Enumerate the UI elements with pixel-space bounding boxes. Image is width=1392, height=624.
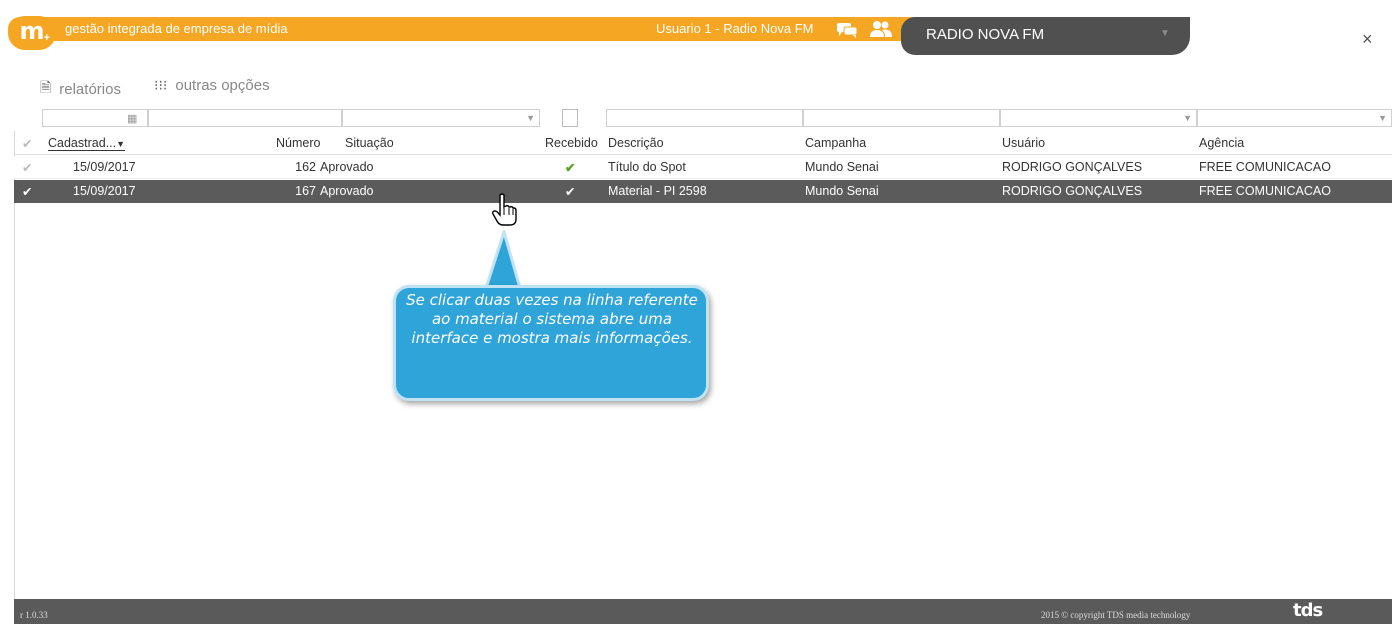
close-button[interactable]: ×: [1362, 30, 1373, 48]
column-header-descricao[interactable]: Descrição: [608, 136, 664, 150]
cell-cadastro: 15/09/2017: [73, 184, 136, 198]
column-header-usuario[interactable]: Usuário: [1002, 136, 1045, 150]
logo-letter: m: [19, 17, 45, 45]
cell-usuario: RODRIGO GONÇALVES: [1002, 160, 1143, 174]
callout-text: Se clicar duas vezes na linha referente …: [406, 291, 698, 347]
app-logo[interactable]: m +: [8, 16, 56, 50]
callout-pointer: [483, 230, 522, 290]
reports-label: relatórios: [59, 80, 121, 98]
calendar-icon[interactable]: ▦: [127, 112, 137, 125]
filter-usuario[interactable]: ▼: [1000, 109, 1197, 127]
received-check-icon: ✔: [565, 161, 576, 175]
tds-logo: tds: [1293, 600, 1323, 621]
cell-numero: 167: [295, 184, 316, 198]
sort-desc-icon: ▼: [116, 139, 126, 149]
chevron-down-icon[interactable]: ▼: [1160, 28, 1170, 39]
document-icon: 🗎: [40, 79, 52, 95]
chevron-down-icon[interactable]: ▼: [1183, 113, 1192, 123]
hand-pointer-icon: [492, 193, 517, 226]
cell-cadastro: 15/09/2017: [73, 160, 136, 174]
cell-descricao: Material - PI 2598: [608, 184, 707, 198]
row-select-check-icon[interactable]: ✔: [22, 184, 32, 199]
column-header-label: Cadastrad...: [48, 136, 117, 150]
filter-situacao[interactable]: ▼: [342, 109, 540, 127]
column-header-numero[interactable]: Número: [276, 136, 320, 150]
reports-button[interactable]: 🗎 relatórios: [40, 77, 121, 101]
column-header-recebido[interactable]: Recebido: [545, 136, 598, 150]
column-header-agencia[interactable]: Agência: [1199, 136, 1244, 150]
cell-campanha: Mundo Senai: [805, 184, 879, 198]
chevron-down-icon[interactable]: ▼: [1378, 113, 1387, 123]
cell-situacao: Aprovado: [320, 184, 374, 198]
more-options-label: outras opções: [175, 77, 270, 94]
more-options-button[interactable]: ⁝⁝⁝ outras opções: [154, 77, 270, 94]
copyright-label: 2015 © copyright TDS media technology: [1041, 610, 1191, 620]
filter-cadastro[interactable]: ▦: [42, 109, 148, 127]
filter-row: ▦ ▼ ▼ ▼: [42, 109, 1392, 127]
app-title: gestão integrada de empresa de mídia: [65, 21, 288, 36]
grid-dots-icon: ⁝⁝⁝: [154, 77, 168, 93]
cell-campanha: Mundo Senai: [805, 160, 879, 174]
filter-descricao[interactable]: [606, 109, 803, 127]
chat-icon[interactable]: [836, 22, 858, 38]
logo-plus: +: [43, 32, 50, 44]
station-name[interactable]: RADIO NOVA FM: [926, 26, 1044, 43]
column-header-campanha[interactable]: Campanha: [805, 136, 866, 150]
version-label: r 1.0.33: [20, 610, 48, 620]
users-icon[interactable]: [869, 20, 893, 38]
select-all-check-icon[interactable]: ✔: [22, 136, 32, 151]
cell-agencia: FREE COMUNICACAO: [1199, 160, 1331, 174]
cell-numero: 162: [295, 160, 316, 174]
current-user-label: Usuario 1 - Radio Nova FM: [656, 21, 814, 36]
filter-numero[interactable]: [148, 109, 342, 127]
table-row-selected[interactable]: ✔ 15/09/2017 167 Aprovado ✔ Material - P…: [14, 180, 1392, 203]
table-row[interactable]: ✔ 15/09/2017 162 Aprovado ✔ Título do Sp…: [14, 156, 1392, 179]
chevron-down-icon[interactable]: ▼: [526, 113, 535, 123]
filter-campanha[interactable]: [803, 109, 1000, 127]
column-header-situacao[interactable]: Situação: [345, 136, 394, 150]
cell-usuario: RODRIGO GONÇALVES: [1002, 184, 1143, 198]
cell-agencia: FREE COMUNICACAO: [1199, 184, 1331, 198]
cell-descricao: Título do Spot: [608, 160, 686, 174]
received-check-icon: ✔: [565, 185, 576, 199]
filter-recebido-checkbox[interactable]: [562, 109, 578, 127]
row-select-check-icon[interactable]: ✔: [22, 160, 32, 175]
filter-agencia[interactable]: ▼: [1197, 109, 1392, 127]
grid-header-row: ✔ Cadastrad...▼ Número Situação Recebido…: [14, 131, 1392, 155]
column-header-cadastro[interactable]: Cadastrad...▼: [48, 136, 126, 151]
cell-situacao: Aprovado: [320, 160, 374, 174]
